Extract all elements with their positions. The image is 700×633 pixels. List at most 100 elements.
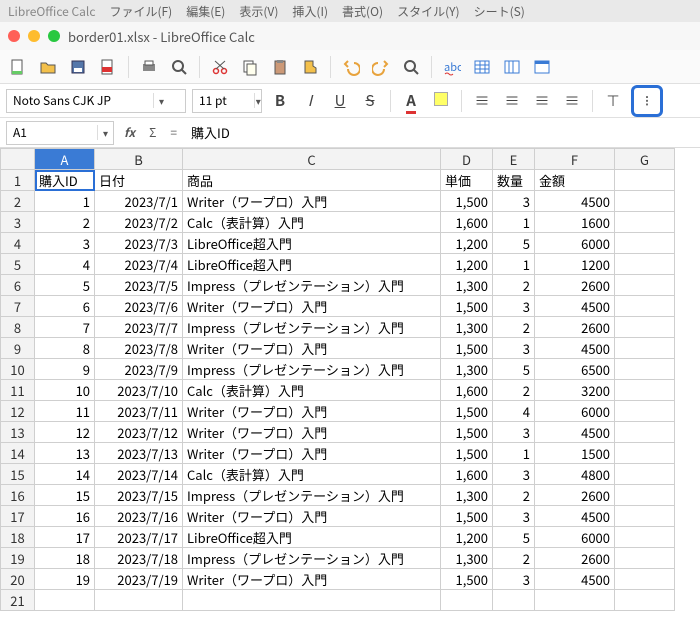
cell[interactable]: Writer（ワープロ）入門 [183, 443, 441, 464]
row-header[interactable]: 8 [1, 317, 35, 338]
cell[interactable]: 2023/7/5 [95, 275, 183, 296]
clone-format-button[interactable] [298, 55, 322, 79]
find-button[interactable] [399, 55, 423, 79]
cell[interactable]: Writer（ワープロ）入門 [183, 338, 441, 359]
highlight-color-button[interactable] [429, 89, 453, 113]
cell[interactable]: Impress（プレゼンテーション）入門 [183, 275, 441, 296]
cell[interactable]: 3 [493, 422, 535, 443]
cell[interactable]: Calc（表計算）入門 [183, 380, 441, 401]
col-header-C[interactable]: C [183, 149, 441, 170]
row-header[interactable]: 3 [1, 212, 35, 233]
cell[interactable]: 16 [35, 506, 95, 527]
cell[interactable]: Impress（プレゼンテーション）入門 [183, 359, 441, 380]
menu-view[interactable]: 表示(V) [239, 3, 278, 20]
formula-input[interactable] [187, 123, 694, 142]
row-header[interactable]: 20 [1, 569, 35, 590]
cell[interactable]: Calc（表計算）入門 [183, 464, 441, 485]
cell[interactable] [95, 590, 183, 611]
menu-edit[interactable]: 編集(E) [186, 3, 225, 20]
cell[interactable]: 4500 [535, 422, 615, 443]
image-button[interactable] [500, 55, 524, 79]
undo-button[interactable] [339, 55, 363, 79]
cell[interactable] [615, 212, 675, 233]
cell[interactable] [615, 401, 675, 422]
cell[interactable]: 2023/7/2 [95, 212, 183, 233]
spreadsheet-grid[interactable]: ABCDEFG1購入ID日付商品単価数量金額212023/7/1Writer（ワ… [0, 148, 700, 611]
col-header-G[interactable]: G [615, 149, 675, 170]
cell[interactable]: 2 [493, 548, 535, 569]
row-header[interactable]: 1 [1, 170, 35, 191]
cell[interactable]: 17 [35, 527, 95, 548]
fx-icon[interactable]: fx [120, 124, 139, 141]
row-header[interactable]: 9 [1, 338, 35, 359]
cell[interactable]: 1500 [535, 443, 615, 464]
cell[interactable]: 1,500 [441, 569, 493, 590]
cell[interactable]: 1,200 [441, 233, 493, 254]
cell[interactable]: 4500 [535, 506, 615, 527]
cell[interactable]: 7 [35, 317, 95, 338]
cell[interactable]: 5 [35, 275, 95, 296]
cell[interactable]: 2023/7/7 [95, 317, 183, 338]
cell[interactable]: 1,300 [441, 359, 493, 380]
cell[interactable]: 4500 [535, 338, 615, 359]
corner-cell[interactable] [1, 149, 35, 170]
cell[interactable]: 1,500 [441, 296, 493, 317]
cell[interactable] [615, 170, 675, 191]
cell[interactable]: 6500 [535, 359, 615, 380]
cell[interactable] [615, 590, 675, 611]
row-header[interactable]: 6 [1, 275, 35, 296]
align-right-button[interactable]: ≡ [530, 89, 554, 113]
cell[interactable]: 2023/7/18 [95, 548, 183, 569]
cell[interactable] [615, 548, 675, 569]
col-header-A[interactable]: A [35, 149, 95, 170]
col-header-E[interactable]: E [493, 149, 535, 170]
cell[interactable]: 5 [493, 233, 535, 254]
cell[interactable]: 数量 [493, 170, 535, 191]
cell[interactable]: Impress（プレゼンテーション）入門 [183, 485, 441, 506]
cell[interactable]: 1 [35, 191, 95, 212]
paste-button[interactable] [268, 55, 292, 79]
italic-button[interactable]: I [298, 89, 322, 113]
cell[interactable]: 2023/7/14 [95, 464, 183, 485]
cell[interactable] [615, 569, 675, 590]
cell[interactable]: 1 [493, 212, 535, 233]
cell[interactable]: Writer（ワープロ）入門 [183, 422, 441, 443]
cell[interactable]: 1,500 [441, 443, 493, 464]
cell[interactable]: 2023/7/17 [95, 527, 183, 548]
spellcheck-button[interactable]: abc [440, 55, 464, 79]
cell[interactable]: 1200 [535, 254, 615, 275]
strikethrough-button[interactable]: S [358, 89, 382, 113]
menu-file[interactable]: ファイル(F) [109, 3, 172, 20]
save-button[interactable] [66, 55, 90, 79]
cell[interactable]: 3 [493, 191, 535, 212]
row-header[interactable]: 2 [1, 191, 35, 212]
cell[interactable]: 4 [35, 254, 95, 275]
cell[interactable]: 1 [493, 254, 535, 275]
cell[interactable]: 2 [493, 380, 535, 401]
cell[interactable]: 2023/7/6 [95, 296, 183, 317]
cell[interactable] [615, 254, 675, 275]
cell[interactable]: Writer（ワープロ）入門 [183, 401, 441, 422]
cell[interactable]: Writer（ワープロ）入門 [183, 296, 441, 317]
underline-button[interactable]: U [328, 89, 352, 113]
row-header[interactable]: 17 [1, 506, 35, 527]
cell[interactable]: 4500 [535, 296, 615, 317]
chevron-down-icon[interactable]: ▾ [153, 93, 169, 108]
open-button[interactable] [36, 55, 60, 79]
row-header[interactable]: 7 [1, 296, 35, 317]
cell[interactable]: 1,500 [441, 422, 493, 443]
cell[interactable]: 1,600 [441, 380, 493, 401]
cell[interactable]: 4 [493, 401, 535, 422]
align-vcenter-button[interactable]: ⁝ [635, 89, 659, 113]
cell[interactable] [615, 359, 675, 380]
row-header[interactable]: 16 [1, 485, 35, 506]
cell[interactable]: 14 [35, 464, 95, 485]
row-header[interactable]: 4 [1, 233, 35, 254]
align-left-button[interactable]: ≡ [470, 89, 494, 113]
cell[interactable]: 2023/7/4 [95, 254, 183, 275]
cell[interactable]: 8 [35, 338, 95, 359]
cell[interactable]: 2600 [535, 275, 615, 296]
cell[interactable]: 6000 [535, 401, 615, 422]
cell[interactable]: 1,300 [441, 485, 493, 506]
export-pdf-button[interactable] [96, 55, 120, 79]
